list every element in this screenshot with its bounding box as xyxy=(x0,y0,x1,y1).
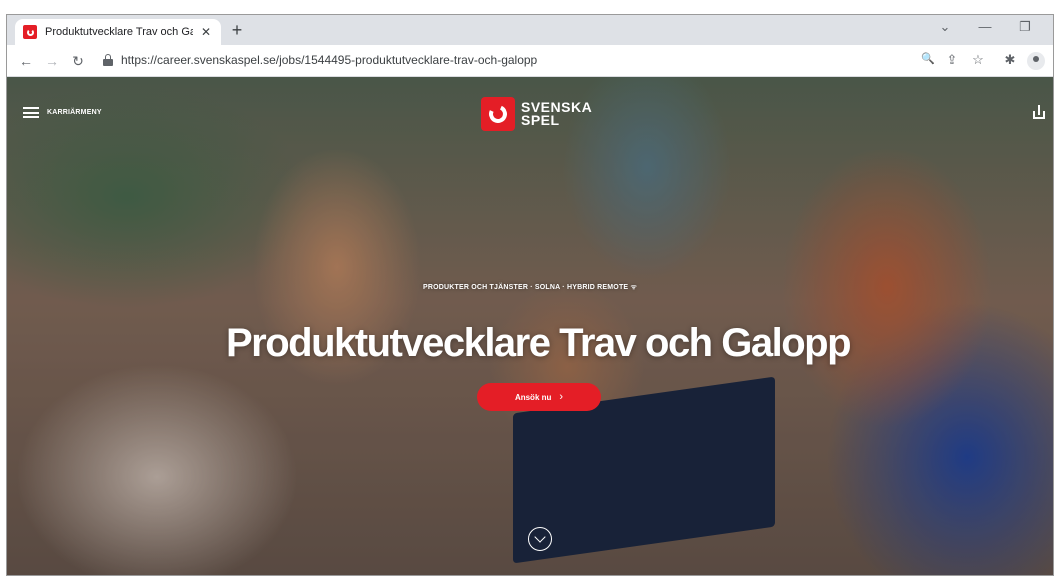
browser-tab[interactable]: Produktutvecklare Trav och Galop ✕ xyxy=(15,19,221,45)
chevron-right-icon: › xyxy=(559,391,564,403)
favicon-icon xyxy=(23,25,37,39)
tab-close-icon[interactable]: ✕ xyxy=(199,25,213,39)
restore-button[interactable]: ❐ xyxy=(1005,19,1045,35)
career-menu-label: KARRIÄRMENY xyxy=(47,109,102,116)
hamburger-icon xyxy=(23,107,39,118)
career-menu-button[interactable]: KARRIÄRMENY xyxy=(23,107,102,118)
apply-button[interactable]: Ansök nu › xyxy=(477,383,601,411)
back-button[interactable]: ← xyxy=(15,50,37,72)
extensions-icon[interactable]: ✱ xyxy=(1001,52,1019,68)
lock-icon[interactable] xyxy=(103,54,113,66)
logo-mark-icon xyxy=(481,97,515,131)
reload-button[interactable]: ↻ xyxy=(67,50,89,72)
browser-window: Produktutvecklare Trav och Galop ✕ + ⌄ —… xyxy=(6,14,1054,576)
svenska-spel-logo[interactable]: SVENSKA SPEL xyxy=(481,97,592,131)
tab-search-icon[interactable]: ⌄ xyxy=(925,19,965,35)
tab-strip: Produktutvecklare Trav och Galop ✕ + ⌄ —… xyxy=(7,15,1053,45)
zoom-icon[interactable]: 🔍 xyxy=(919,52,937,65)
tab-title: Produktutvecklare Trav och Galop xyxy=(45,26,193,38)
bookmark-star-icon[interactable]: ☆ xyxy=(969,52,987,68)
forward-button[interactable]: → xyxy=(41,50,63,72)
profile-avatar-icon[interactable] xyxy=(1027,52,1045,70)
wifi-icon: ᯤ xyxy=(630,284,638,291)
address-bar[interactable]: https://career.svenskaspel.se/jobs/15444… xyxy=(97,48,937,72)
page-title: Produktutvecklare Trav och Galopp xyxy=(225,321,852,365)
url-text[interactable]: https://career.svenskaspel.se/jobs/15444… xyxy=(121,53,537,67)
minimize-button[interactable]: — xyxy=(965,19,1005,34)
browser-toolbar: ← → ↻ https://career.svenskaspel.se/jobs… xyxy=(7,45,1053,77)
apply-label: Ansök nu xyxy=(514,392,552,402)
share-page-icon[interactable]: ⇪ xyxy=(943,52,961,68)
hero-section: KARRIÄRMENY SVENSKA SPEL PRODUKTER OCH T… xyxy=(7,77,1053,575)
logo-line2: SPEL xyxy=(521,112,560,128)
new-tab-button[interactable]: + xyxy=(227,20,247,40)
share-icon[interactable] xyxy=(1033,105,1045,119)
scroll-down-button[interactable] xyxy=(528,527,552,551)
chevron-down-icon xyxy=(534,531,546,543)
job-meta-text: PRODUKTER OCH TJÄNSTER · SOLNA · HYBRID … xyxy=(422,284,629,291)
job-meta: PRODUKTER OCH TJÄNSTER · SOLNA · HYBRID … xyxy=(7,283,1053,292)
